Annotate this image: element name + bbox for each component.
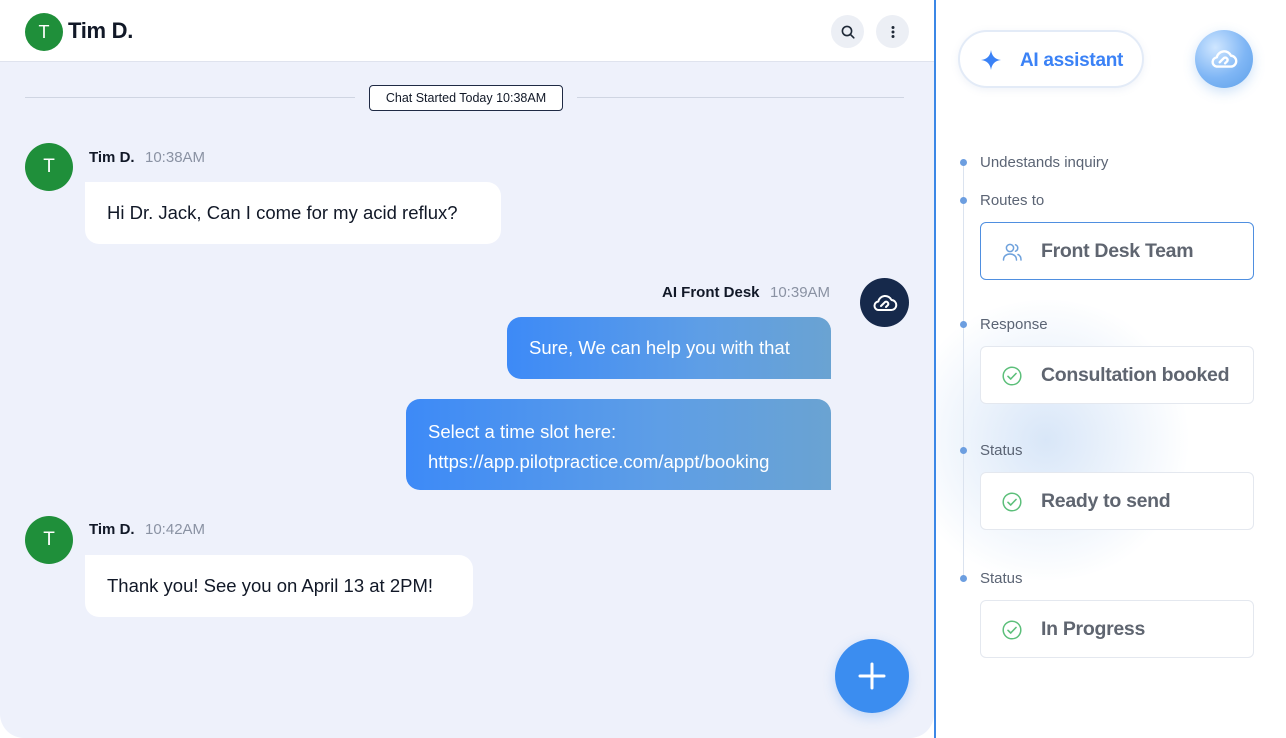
incoming-message-bubble: Hi Dr. Jack, Can I come for my acid refl…	[85, 182, 501, 244]
search-icon	[841, 25, 855, 39]
booking-link[interactable]: https://app.pilotpractice.com/appt/booki…	[428, 447, 831, 477]
timeline-dot	[960, 197, 967, 204]
step-label: Status	[980, 442, 1023, 459]
plus-icon	[858, 662, 886, 690]
step-label: Response	[980, 316, 1048, 333]
ai-avatar	[860, 278, 909, 327]
sender-name: Tim D.	[89, 521, 135, 538]
timeline-dot	[960, 159, 967, 166]
search-button[interactable]	[831, 15, 864, 48]
ai-assistant-label: AI assistant	[1020, 50, 1124, 71]
assistant-orb[interactable]	[1195, 30, 1253, 88]
message-text: Thank you! See you on April 13 at 2PM!	[107, 575, 433, 596]
message-text: Select a time slot here:	[428, 421, 617, 442]
incoming-message-bubble: Thank you! See you on April 13 at 2PM!	[85, 555, 473, 617]
chat-started-label: Chat Started Today 10:38AM	[369, 85, 563, 111]
cloud-link-icon	[872, 294, 897, 311]
add-button[interactable]	[835, 639, 909, 713]
check-circle-icon	[1002, 366, 1022, 386]
ai-sender-name: AI Front Desk	[662, 284, 760, 301]
step-label: Status	[980, 570, 1023, 587]
step-label: Undestands inquiry	[980, 154, 1109, 171]
background-glow	[936, 300, 1196, 580]
message-text: Hi Dr. Jack, Can I come for my acid refl…	[107, 202, 458, 223]
cloud-link-icon	[1211, 50, 1238, 68]
status-card[interactable]: Ready to send	[980, 472, 1254, 530]
more-vertical-icon	[891, 25, 894, 38]
chat-panel: T Tim D. Chat Started Today 10:38AM T Ti…	[0, 0, 934, 738]
users-icon	[1002, 243, 1022, 261]
divider-left	[25, 97, 355, 98]
card-text: Ready to send	[1041, 489, 1171, 512]
ai-assistant-button[interactable]: AI assistant	[958, 30, 1144, 88]
outgoing-link-bubble: Select a time slot here: https://app.pil…	[406, 399, 831, 490]
message-time: 10:39AM	[770, 284, 831, 301]
message-time: 10:38AM	[145, 149, 206, 166]
response-card[interactable]: Consultation booked	[980, 346, 1254, 404]
contact-avatar[interactable]: T	[25, 13, 63, 51]
message-time: 10:42AM	[145, 521, 206, 538]
ai-assistant-panel: AI assistant Undestands inquiry Routes t…	[934, 0, 1286, 738]
timeline-line	[963, 162, 964, 578]
divider-right	[577, 97, 904, 98]
outgoing-message-bubble: Sure, We can help you with that	[507, 317, 831, 379]
sender-name: Tim D.	[89, 149, 135, 166]
card-text: In Progress	[1041, 617, 1145, 640]
message-text: Sure, We can help you with that	[529, 337, 790, 358]
step-label: Routes to	[980, 192, 1045, 209]
more-options-button[interactable]	[876, 15, 909, 48]
card-text: Consultation booked	[1041, 363, 1230, 386]
check-circle-icon	[1002, 620, 1022, 640]
chat-header: T Tim D.	[0, 0, 934, 62]
routes-to-card[interactable]: Front Desk Team	[980, 222, 1254, 280]
timeline-dot	[960, 575, 967, 582]
card-text: Front Desk Team	[1041, 239, 1194, 262]
status-card[interactable]: In Progress	[980, 600, 1254, 658]
timeline-dot	[960, 321, 967, 328]
sender-avatar: T	[25, 143, 73, 191]
sparkle-icon	[981, 50, 1001, 70]
sender-avatar: T	[25, 516, 73, 564]
check-circle-icon	[1002, 492, 1022, 512]
contact-name: Tim D.	[68, 18, 134, 43]
timeline-dot	[960, 447, 967, 454]
